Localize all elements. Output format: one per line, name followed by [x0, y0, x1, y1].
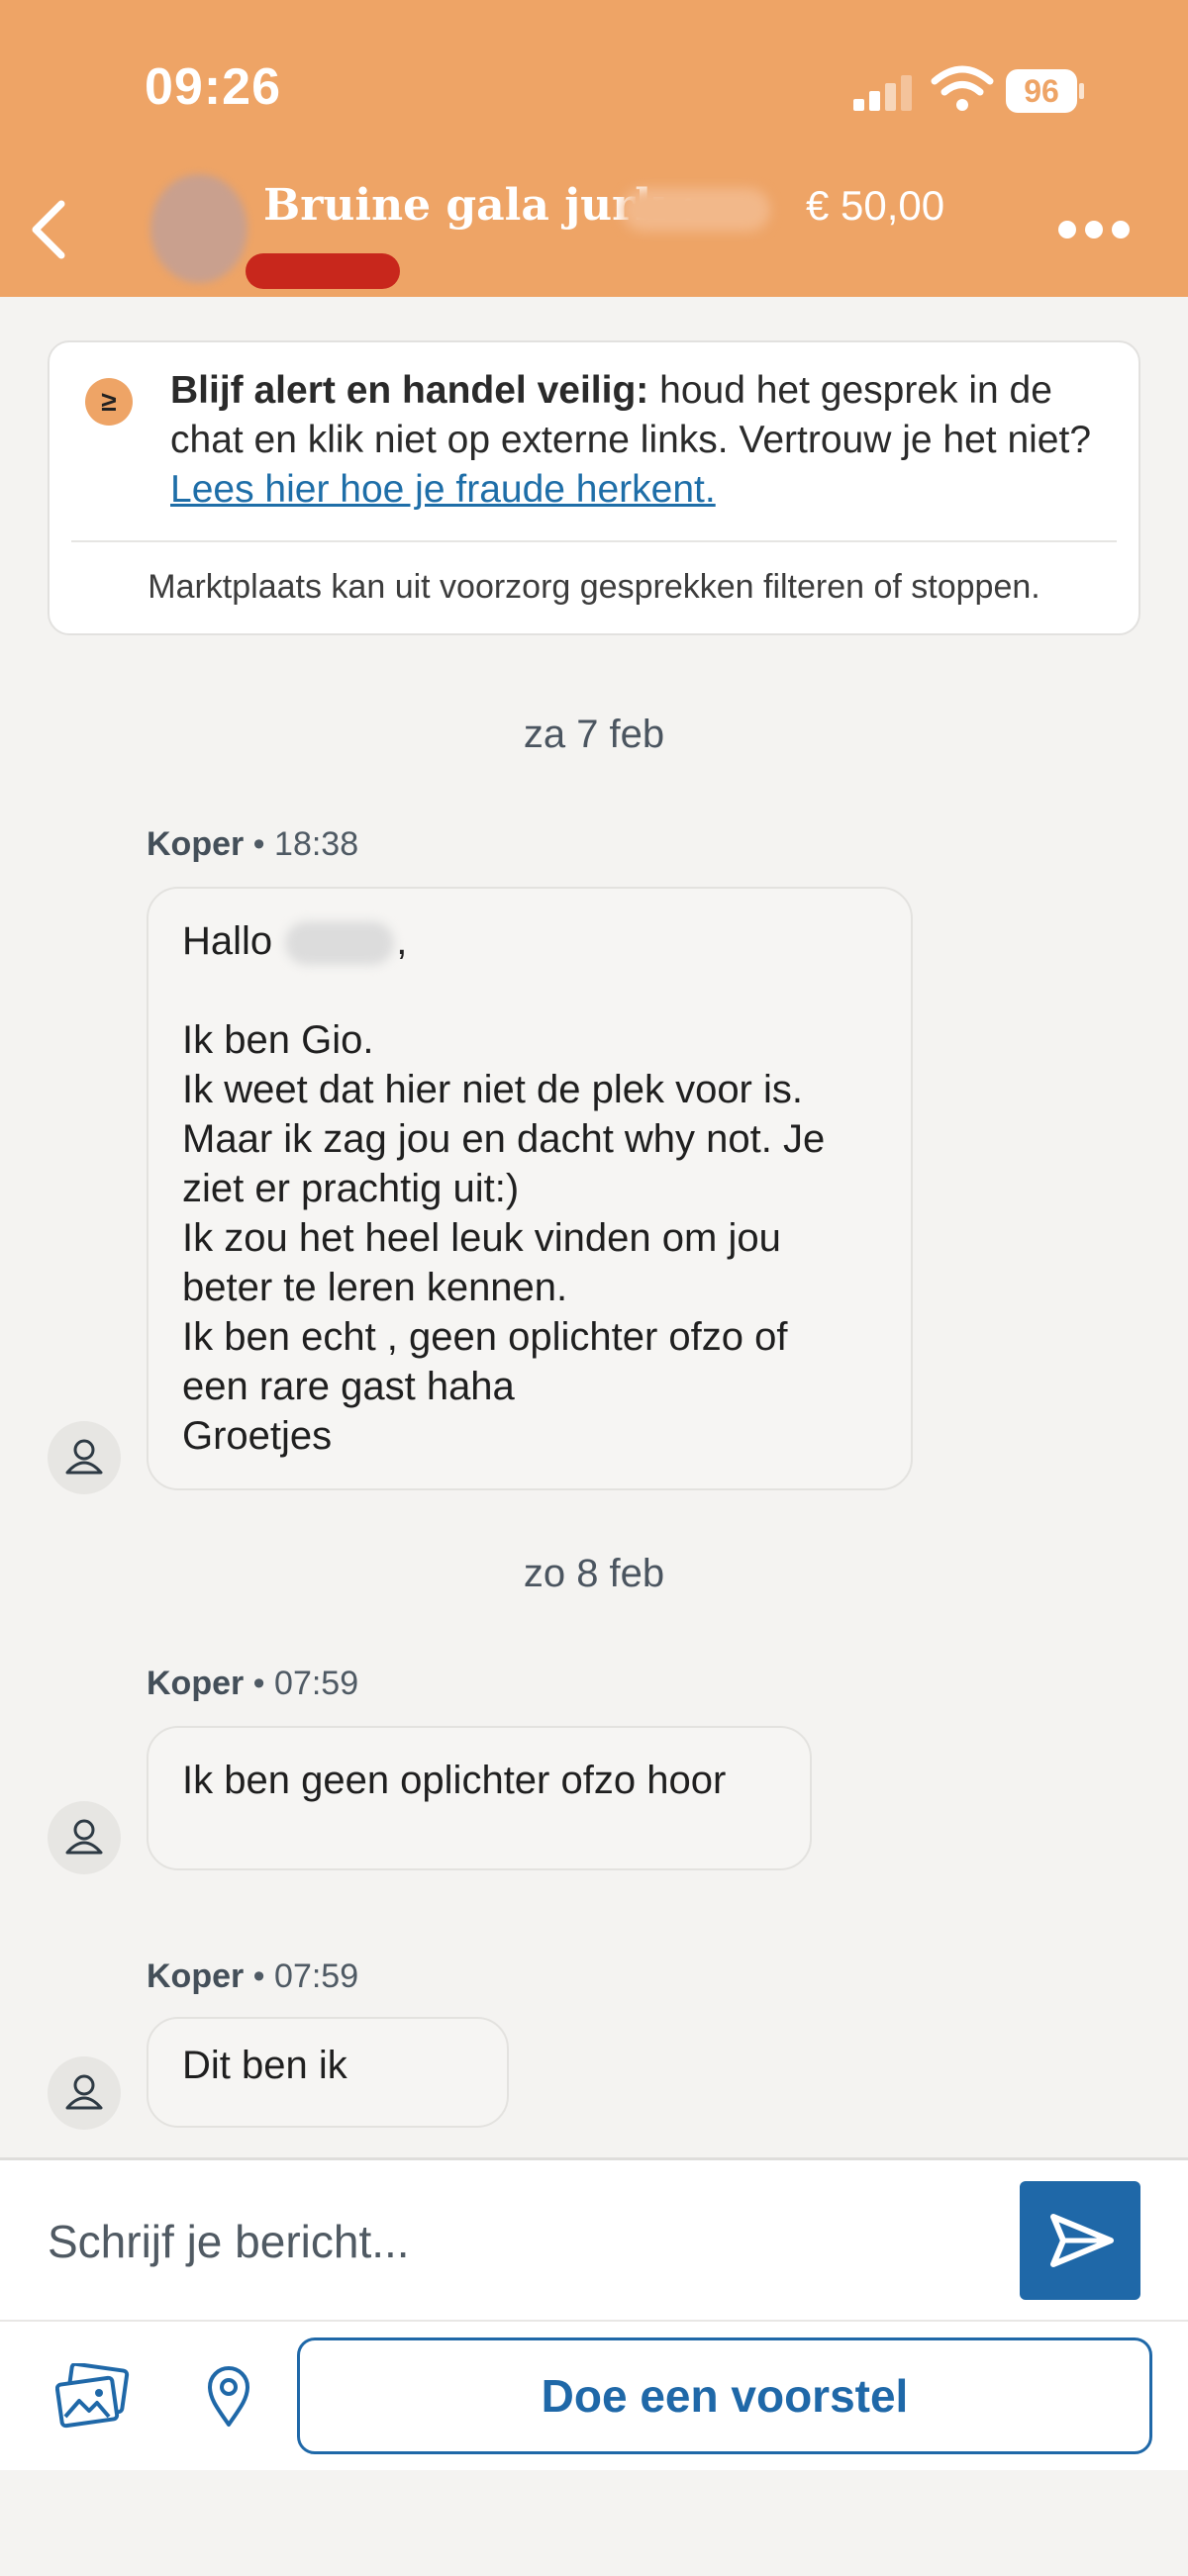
- message-time: 18:38: [274, 825, 359, 863]
- message-meta: Koper • 18:38: [147, 825, 359, 863]
- message-line: Ik ben Gio.: [182, 1018, 374, 1062]
- name-redaction: [285, 921, 395, 966]
- message-time: 07:59: [274, 1957, 359, 1995]
- message-line: Groetjes: [182, 1414, 333, 1458]
- seller-avatar[interactable]: [150, 174, 248, 283]
- make-offer-button[interactable]: Doe een voorstel: [297, 2337, 1152, 2454]
- message-line: Ik ben echt , geen oplichter ofzo of: [182, 1315, 788, 1359]
- alert-message: Blijf alert en handel veilig: houd het g…: [170, 366, 1121, 515]
- sender-name: Koper: [147, 1665, 245, 1702]
- message-meta: Koper • 07:59: [147, 1665, 359, 1702]
- user-icon: [65, 1439, 103, 1475]
- user-avatar[interactable]: [48, 1421, 121, 1494]
- message-bubble[interactable]: Hallo , Ik ben Gio. Ik weet dat hier nie…: [147, 887, 913, 1490]
- message-text: Dit ben ik: [182, 2044, 347, 2087]
- user-avatar[interactable]: [48, 1801, 121, 1874]
- sender-name: Koper: [147, 1957, 245, 1995]
- date-separator: za 7 feb: [523, 713, 665, 756]
- message-bubble[interactable]: Ik ben geen oplichter ofzo hoor: [147, 1726, 812, 1870]
- alert-title: Blijf alert en handel veilig:: [170, 369, 649, 412]
- message-line: ziet er prachtig uit:): [182, 1167, 520, 1210]
- divider: [71, 540, 1117, 542]
- message-line: Ik zou het heel leuk vinden om jou: [182, 1216, 781, 1260]
- message-bubble[interactable]: Dit ben ik: [147, 2017, 509, 2128]
- message-input[interactable]: Schrijf je bericht...: [48, 2215, 410, 2268]
- message-time: 07:59: [274, 1665, 359, 1702]
- more-icon[interactable]: [1055, 218, 1133, 241]
- message-line: Maar ik zag jou en dacht why not. Je: [182, 1117, 826, 1161]
- user-icon: [65, 1819, 103, 1855]
- wifi-icon: [931, 65, 994, 111]
- title-redaction: [622, 188, 770, 232]
- send-icon: [1050, 2214, 1114, 2267]
- message-line: Hallo ,: [182, 916, 877, 966]
- battery-icon: 96: [1006, 69, 1085, 113]
- message-meta: Koper • 07:59: [147, 1957, 359, 1995]
- date-separator: zo 8 feb: [523, 1552, 665, 1595]
- alert-footer: Marktplaats kan uit voorzorg gesprekken …: [148, 568, 1040, 606]
- status-time: 09:26: [145, 58, 281, 116]
- message-line: een rare gast haha: [182, 1365, 515, 1408]
- send-button[interactable]: [1020, 2181, 1140, 2300]
- user-avatar[interactable]: [48, 2056, 121, 2130]
- message-line: beter te leren kennen.: [182, 1266, 568, 1309]
- message-line: [182, 966, 877, 1015]
- message-text: Ik ben geen oplichter ofzo hoor: [182, 1759, 727, 1802]
- fraud-info-link[interactable]: Lees hier hoe je fraude herkent.: [170, 468, 716, 511]
- listing-price: € 50,00: [806, 182, 945, 229]
- back-icon[interactable]: [26, 198, 69, 261]
- message-line: Ik weet dat hier niet de plek voor is.: [182, 1068, 803, 1111]
- signal-icon: [853, 75, 912, 111]
- user-icon: [65, 2074, 103, 2110]
- battery-level: 96: [1024, 73, 1059, 109]
- image-icon[interactable]: [55, 2363, 131, 2431]
- redaction-bar: [246, 253, 400, 289]
- location-icon[interactable]: [206, 2363, 251, 2429]
- alert-icon: ≥: [85, 378, 133, 426]
- sender-name: Koper: [147, 825, 245, 863]
